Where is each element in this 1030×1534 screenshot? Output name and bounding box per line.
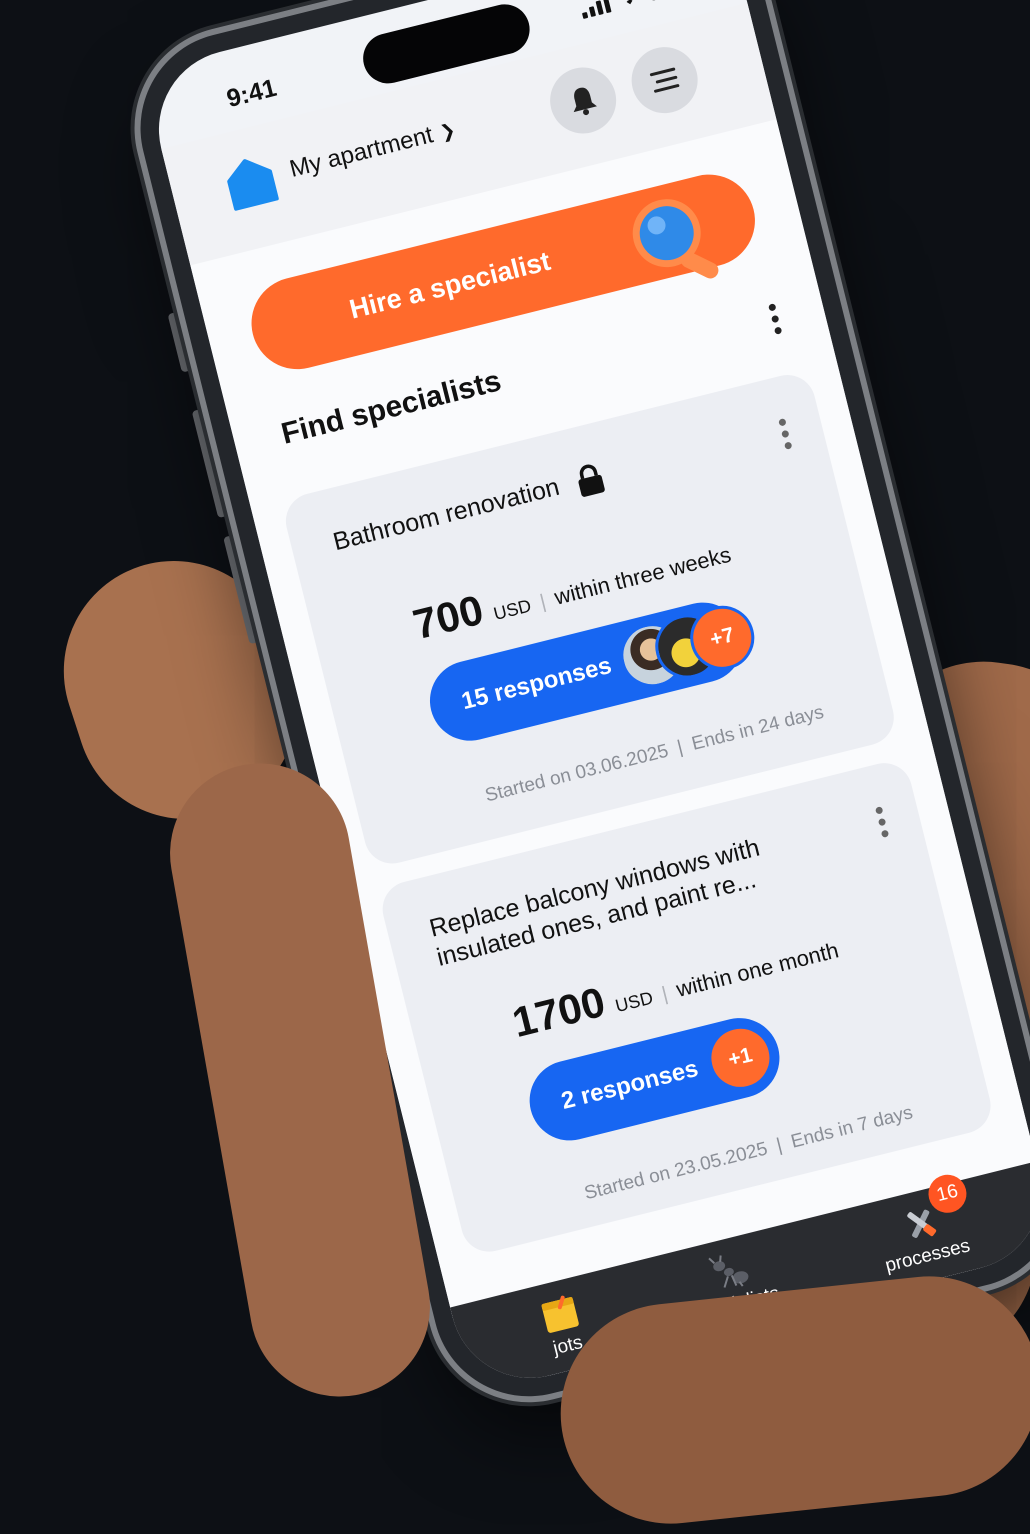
price-currency: USD bbox=[613, 987, 656, 1017]
ant-icon bbox=[708, 1255, 749, 1288]
start-date: Started on 03.06.2025 bbox=[483, 740, 671, 807]
card-more-icon[interactable] bbox=[874, 806, 890, 838]
responder-avatars: +7 bbox=[613, 598, 762, 694]
apartment-label: My apartment bbox=[286, 121, 436, 183]
responder-avatars: +1 bbox=[701, 1019, 780, 1097]
notepad-icon bbox=[541, 1295, 579, 1333]
bell-icon bbox=[573, 87, 597, 116]
wifi-icon bbox=[626, 0, 633, 5]
price-value: 700 bbox=[408, 585, 488, 649]
hamburger-icon bbox=[649, 67, 680, 93]
tab-label: processes bbox=[883, 1235, 973, 1277]
home-icon[interactable] bbox=[216, 149, 284, 217]
request-title-text: Bathroom renovation bbox=[330, 472, 563, 557]
meta-divider: | bbox=[675, 736, 686, 759]
signal-icon bbox=[579, 0, 612, 19]
status-time: 9:41 bbox=[223, 73, 280, 114]
responses-label: 15 responses bbox=[458, 651, 615, 716]
price-value: 1700 bbox=[507, 977, 610, 1047]
responses-label: 2 responses bbox=[558, 1054, 701, 1115]
tab-processes[interactable]: processes 16 bbox=[873, 1170, 973, 1278]
ends-in: Ends in 7 days bbox=[788, 1102, 915, 1153]
section-more-icon[interactable] bbox=[768, 303, 783, 335]
card-more-icon[interactable] bbox=[778, 418, 793, 450]
battery-icon bbox=[645, 0, 688, 2]
apartment-selector[interactable]: My apartment ❯ bbox=[287, 116, 459, 184]
notifications-button[interactable] bbox=[543, 60, 624, 141]
section-title: Find specialists bbox=[278, 364, 505, 451]
start-date: Started on 23.05.2025 bbox=[582, 1138, 770, 1205]
term-text: within one month bbox=[673, 937, 842, 1002]
ends-in: Ends in 24 days bbox=[689, 701, 826, 755]
menu-button[interactable] bbox=[624, 40, 705, 121]
price-currency: USD bbox=[491, 595, 534, 625]
meta-divider: | bbox=[774, 1134, 785, 1157]
term-text: within three weeks bbox=[551, 541, 734, 610]
divider: | bbox=[659, 982, 671, 1006]
divider: | bbox=[537, 590, 549, 614]
system-icons bbox=[579, 0, 688, 19]
lock-icon bbox=[578, 464, 605, 497]
chevron-down-icon: ❯ bbox=[437, 119, 458, 143]
more-responders-badge: +1 bbox=[701, 1019, 780, 1097]
